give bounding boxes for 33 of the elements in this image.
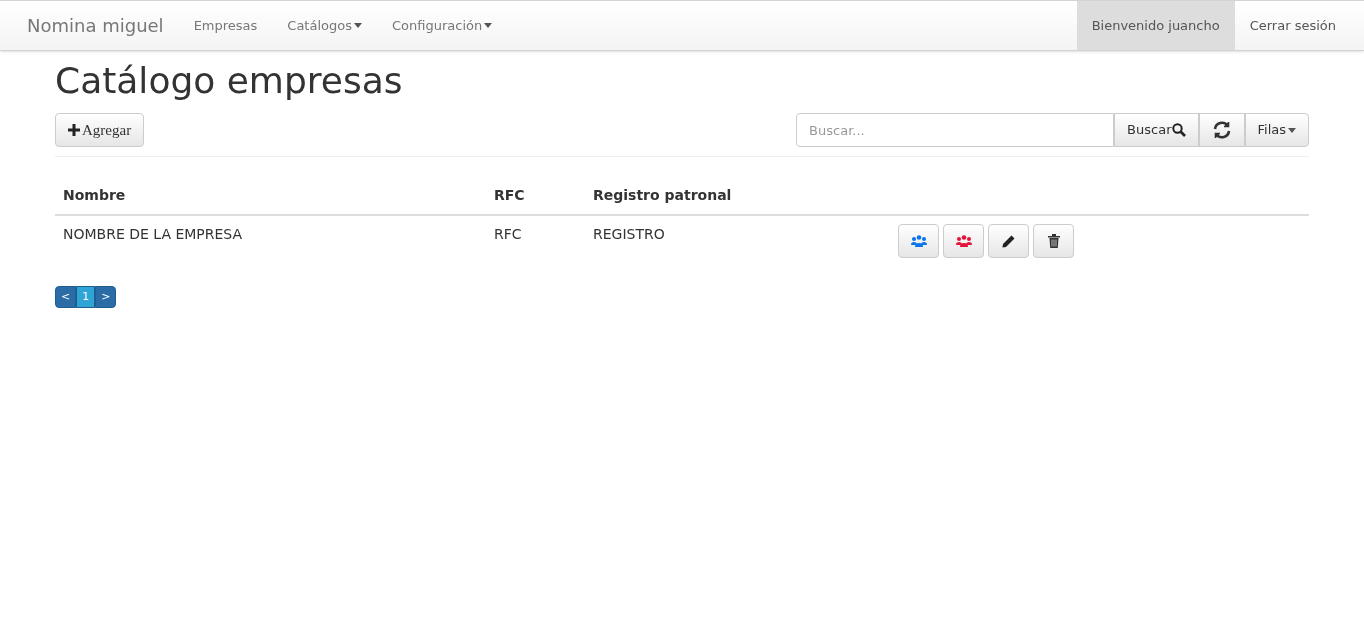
add-button[interactable]: Agregar — [55, 113, 145, 147]
page-title: Catálogo empresas — [55, 59, 404, 103]
table-cell: NOMBRE DE LA EMPRESA — [55, 215, 486, 266]
delete-button[interactable] — [1033, 224, 1074, 258]
nav-link[interactable]: Cerrar sesión — [1234, 1, 1351, 50]
plus-icon — [68, 124, 80, 136]
caret-icon — [484, 23, 493, 28]
nav-link[interactable]: Catálogos — [272, 1, 377, 50]
group-button[interactable] — [898, 224, 939, 258]
nav-link[interactable]: Configuración — [377, 1, 508, 50]
page-button[interactable]: > — [95, 286, 117, 308]
caret-icon — [1288, 127, 1296, 133]
search-field[interactable]: Buscar... — [796, 113, 1115, 147]
page-button[interactable]: 1 — [76, 286, 96, 308]
column-header: RFC — [486, 177, 585, 215]
trash-icon — [1047, 234, 1060, 248]
column-header: Nombre — [55, 177, 486, 215]
caret-icon — [354, 23, 362, 28]
search-icon — [1171, 123, 1186, 137]
pencil-icon — [1002, 234, 1015, 248]
nav-link[interactable]: Empresas — [178, 1, 273, 50]
nav-link[interactable]: Bienvenido juancho — [1076, 1, 1235, 50]
edit-button[interactable] — [988, 224, 1029, 258]
page-button[interactable]: < — [55, 286, 77, 308]
table-cell: RFC — [486, 215, 585, 266]
column-header: Registro patronal — [585, 177, 890, 215]
table-cell: REGISTRO — [585, 215, 890, 266]
search-button[interactable]: Buscar — [1114, 113, 1199, 147]
group-button[interactable] — [943, 224, 984, 258]
rows-dropdown-button[interactable]: Filas — [1244, 113, 1309, 147]
brand-link[interactable]: Nomina miguel — [0, 1, 179, 50]
refresh-icon — [1211, 120, 1232, 140]
refresh-button[interactable] — [1198, 113, 1245, 147]
